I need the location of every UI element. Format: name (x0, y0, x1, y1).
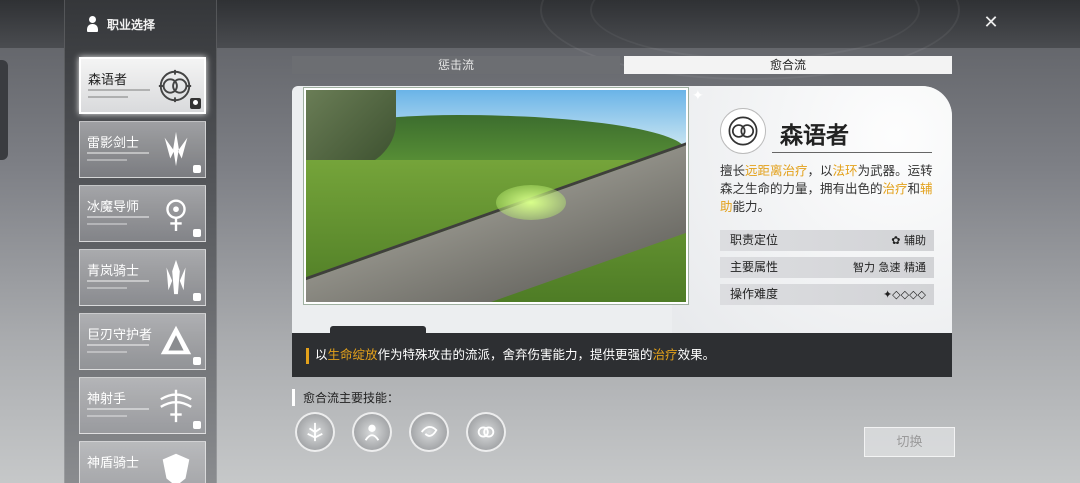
skills-row (295, 412, 523, 452)
blade-guardian-emblem-icon (160, 325, 192, 355)
attribute-label: 职责定位 (730, 233, 779, 247)
attribute-difficulty: 操作难度 ✦◇◇◇◇ (720, 284, 934, 305)
class-name: 巨刃守护者 (87, 328, 153, 343)
selected-badge-icon (190, 98, 201, 109)
desc-text: ，以 (807, 163, 833, 178)
class-name: 神射手 (87, 392, 127, 407)
class-subtext-2 (87, 223, 127, 225)
desc-text: 能力。 (732, 199, 771, 214)
class-detail-card: ✦ 森语者 擅长远距离治疗，以法环为武器。运转森之生命的力量，拥有出色的治疗和辅… (292, 86, 952, 336)
class-subtext-2 (87, 287, 127, 289)
class-item-archer[interactable]: 神射手 (79, 377, 206, 434)
class-subtext (87, 280, 149, 282)
sidebar-title: 职业选择 (107, 17, 156, 32)
healing-tree-skill-icon[interactable] (295, 412, 335, 452)
class-sidebar: 职业选择 森语者 雷影剑士 冰魔导师 青岚骑士 巨刃守护者 神射手 神盾骑士 (64, 0, 217, 483)
class-item-shield-knight[interactable]: 神盾骑士 (79, 441, 206, 483)
class-subtext (87, 344, 149, 346)
class-subtext-2 (87, 351, 127, 353)
banner-text: 作为特殊攻击的流派，舍弃伤害能力，提供更强的 (377, 347, 653, 362)
desc-text: 和 (907, 181, 921, 196)
attribute-label: 操作难度 (730, 287, 779, 301)
desc-text: 擅长 (720, 163, 746, 178)
class-title: 森语者 (780, 123, 849, 149)
class-name: 青岚骑士 (87, 264, 140, 279)
lock-icon (193, 229, 201, 237)
spirit-summon-skill-icon[interactable] (352, 412, 392, 452)
class-item-thunder-swordsman[interactable]: 雷影剑士 (79, 121, 206, 178)
banner-highlight: 生命绽放 (327, 347, 378, 362)
forest-emblem-icon (720, 108, 766, 154)
accent-bar (306, 347, 309, 364)
sparkle-icon: ✦ (692, 88, 704, 104)
class-description: 擅长远距离治疗，以法环为武器。运转森之生命的力量，拥有出色的治疗和辅助能力。 (720, 162, 935, 216)
desc-highlight: 法环 (832, 163, 858, 178)
close-icon[interactable]: ✕ (980, 12, 1002, 34)
class-subtext (87, 408, 149, 410)
class-name: 雷影剑士 (87, 136, 140, 151)
banner-highlight: 治疗 (652, 347, 678, 362)
support-icon: ✿ (891, 234, 904, 247)
class-name: 神盾骑士 (87, 456, 140, 471)
skills-label: 愈合流主要技能： (292, 389, 399, 406)
vortex-skill-icon[interactable] (409, 412, 449, 452)
left-edge-handle (0, 60, 8, 160)
title-divider (772, 152, 932, 153)
lock-icon (193, 165, 201, 173)
class-item-wind-knight[interactable]: 青岚骑士 (79, 249, 206, 306)
attribute-value: 智力 急速 精通 (853, 261, 926, 274)
preview-skill-effect (496, 185, 566, 220)
desc-highlight: 治疗 (882, 181, 908, 196)
class-name: 森语者 (88, 73, 128, 88)
shield-knight-emblem-icon (162, 453, 190, 483)
lock-icon (193, 421, 201, 429)
flow-description-banner: 以生命绽放作为特殊攻击的流派，舍弃伤害能力，提供更强的治疗效果。 (292, 333, 952, 377)
sidebar-header: 职业选择 (65, 0, 216, 48)
class-subtext-2 (87, 415, 127, 417)
attribute-label: 主要属性 (730, 260, 779, 274)
class-subtext (87, 152, 149, 154)
switch-button[interactable]: 切换 (864, 427, 955, 457)
class-subtext (87, 216, 149, 218)
attribute-role: 职责定位 ✿ 辅助 (720, 230, 934, 251)
attribute-main-stats: 主要属性 智力 急速 精通 (720, 257, 934, 278)
class-name: 冰魔导师 (87, 200, 140, 215)
bloom-skill-icon[interactable] (466, 412, 506, 452)
banner-text: 效果。 (677, 347, 716, 362)
lock-icon (193, 293, 201, 301)
class-list: 森语者 雷影剑士 冰魔导师 青岚骑士 巨刃守护者 神射手 神盾骑士 (79, 57, 206, 483)
gameplay-preview-image (303, 87, 689, 305)
archer-emblem-icon (160, 389, 192, 423)
desc-highlight: 远距离治疗 (745, 163, 808, 178)
class-subtext-2 (87, 159, 127, 161)
forest-emblem-icon (158, 69, 192, 103)
class-item-ice-mage[interactable]: 冰魔导师 (79, 185, 206, 242)
class-item-blade-guardian[interactable]: 巨刃守护者 (79, 313, 206, 370)
flow-tabs: 惩击流 愈合流 (292, 56, 952, 74)
banner-text: 以 (315, 347, 328, 362)
thunder-sword-emblem-icon (164, 131, 188, 167)
tab-healing-flow[interactable]: 愈合流 (624, 56, 952, 74)
tab-punish-flow[interactable]: 惩击流 (292, 56, 620, 74)
class-subtext (88, 89, 150, 91)
class-subtext-2 (88, 96, 128, 98)
class-item-forest-speaker[interactable]: 森语者 (79, 57, 206, 114)
attribute-value: ✿ 辅助 (891, 230, 926, 251)
ice-mage-emblem-icon (166, 199, 186, 232)
wind-knight-emblem-icon (166, 259, 186, 295)
lock-icon (193, 357, 201, 365)
attribute-value-text: 辅助 (904, 234, 926, 247)
person-icon (85, 16, 99, 32)
difficulty-rating: ✦◇◇◇◇ (882, 288, 926, 301)
